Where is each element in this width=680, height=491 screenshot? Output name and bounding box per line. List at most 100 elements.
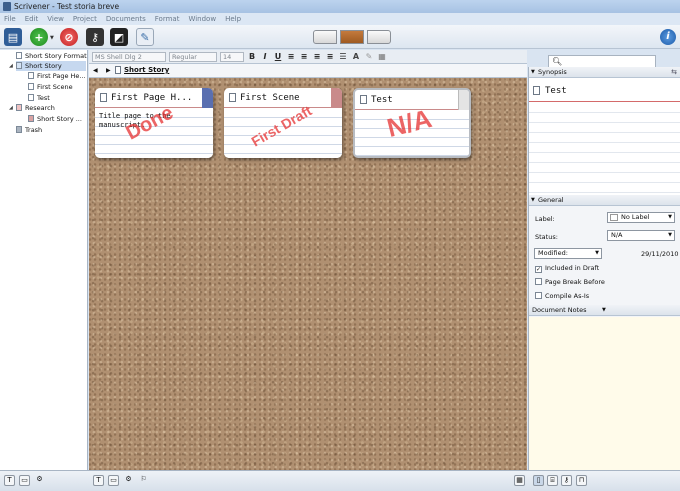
bold-button[interactable]: B bbox=[247, 52, 257, 62]
table-icon[interactable]: ▦ bbox=[377, 52, 387, 62]
add-folder-icon[interactable]: ▭ bbox=[108, 475, 119, 486]
menu-format[interactable]: Format bbox=[155, 15, 180, 23]
binder-item-first-scene[interactable]: First Scene bbox=[28, 82, 73, 92]
align-right-icon[interactable]: ≡ bbox=[312, 52, 322, 62]
binder-item-trash[interactable]: Trash bbox=[16, 125, 42, 135]
document-notes-area[interactable] bbox=[529, 317, 680, 470]
notes-dropdown-icon[interactable]: ▼ bbox=[602, 305, 606, 316]
highlight-icon[interactable]: ✎ bbox=[364, 52, 374, 62]
underline-button[interactable]: U bbox=[273, 52, 283, 62]
synopsis-header[interactable]: ▼ Synopsis ⇆ bbox=[529, 67, 680, 78]
menu-project[interactable]: Project bbox=[73, 15, 97, 23]
view-outline-icon[interactable] bbox=[367, 30, 391, 44]
collapse-triangle-icon[interactable]: ▼ bbox=[531, 67, 535, 78]
editor-header: ◀ ▶ Short Story bbox=[89, 64, 527, 78]
label-color-swatch bbox=[331, 88, 342, 108]
menu-help[interactable]: Help bbox=[225, 15, 241, 23]
document-icon bbox=[229, 93, 236, 102]
menu-window[interactable]: Window bbox=[188, 15, 216, 23]
view-document-icon[interactable] bbox=[313, 30, 337, 44]
index-card[interactable]: First Page H... Title page to the manusc… bbox=[95, 88, 213, 158]
binder-toggle-icon[interactable]: ▤ bbox=[4, 28, 22, 46]
binder-item-short-story[interactable]: ◢ Short Story bbox=[9, 61, 86, 71]
binder-item-short-story-research[interactable]: Short Story ... bbox=[28, 114, 82, 124]
inspector-toggle-icon[interactable]: i bbox=[660, 29, 676, 45]
add-text-icon[interactable]: T bbox=[93, 475, 104, 486]
search-icon: 🔍︎ bbox=[552, 57, 563, 66]
font-family-select[interactable]: MS Shell Dlg 2 bbox=[92, 51, 166, 62]
notes-tab-icon[interactable]: ▯ bbox=[533, 475, 544, 486]
synopsis-title: Test bbox=[545, 86, 567, 96]
page-break-row[interactable]: Page Break Before bbox=[535, 278, 605, 286]
view-corkboard-icon[interactable] bbox=[340, 30, 364, 44]
included-in-draft-checkbox[interactable]: ✓ bbox=[535, 266, 542, 273]
notes-header[interactable]: Document Notes ▼ bbox=[529, 305, 680, 316]
keywords-icon[interactable]: ⚷ bbox=[86, 28, 104, 46]
italic-button[interactable]: I bbox=[260, 52, 270, 62]
gear-icon[interactable]: ⚙ bbox=[123, 475, 134, 486]
binder-item-test[interactable]: Test bbox=[28, 93, 50, 103]
compile-as-is-checkbox[interactable] bbox=[535, 292, 542, 299]
document-icon bbox=[360, 95, 367, 104]
expand-triangle-icon[interactable]: ◢ bbox=[9, 103, 13, 113]
composition-icon[interactable]: ◩ bbox=[110, 28, 128, 46]
binder-item-research[interactable]: ◢ Research bbox=[9, 103, 55, 113]
keywords-tab-icon[interactable]: ⚷ bbox=[561, 475, 572, 486]
menu-file[interactable]: File bbox=[4, 15, 16, 23]
text-color-icon[interactable]: A bbox=[351, 52, 361, 62]
card-header: First Scene bbox=[224, 88, 342, 108]
back-arrow-icon[interactable]: ◀ bbox=[93, 67, 98, 74]
status-select[interactable]: N/A ▼ bbox=[607, 230, 675, 241]
document-icon bbox=[533, 86, 540, 95]
font-style-select[interactable]: Regular bbox=[169, 51, 217, 62]
title-bar: Scrivener - Test storia breve bbox=[0, 0, 680, 13]
chevron-down-icon: ▼ bbox=[668, 232, 672, 238]
index-card-selected[interactable]: Test N/A bbox=[353, 88, 471, 158]
trash-icon bbox=[16, 126, 22, 133]
chevron-down-icon: ▼ bbox=[595, 250, 599, 256]
label-color-swatch bbox=[610, 214, 618, 221]
general-header[interactable]: ▼ General bbox=[529, 195, 680, 206]
menu-documents[interactable]: Documents bbox=[106, 15, 146, 23]
page-break-checkbox[interactable] bbox=[535, 278, 542, 285]
label-select[interactable]: No Label ▼ bbox=[607, 212, 675, 223]
research-folder-icon bbox=[16, 104, 22, 111]
add-icon[interactable]: + bbox=[30, 28, 48, 46]
document-icon bbox=[28, 83, 34, 90]
align-center-icon[interactable]: ≡ bbox=[299, 52, 309, 62]
gear-icon[interactable]: ⚙ bbox=[34, 475, 45, 486]
grid-view-icon[interactable]: ▦ bbox=[514, 475, 525, 486]
compile-as-is-row[interactable]: Compile As-Is bbox=[535, 292, 589, 300]
binder-panel: Short Story Format ◢ Short Story First Pa… bbox=[0, 50, 88, 470]
lock-icon[interactable]: ⊓ bbox=[576, 475, 587, 486]
collapse-triangle-icon[interactable]: ▼ bbox=[531, 195, 535, 206]
menu-edit[interactable]: Edit bbox=[25, 15, 39, 23]
card-title: Test bbox=[371, 95, 393, 105]
add-dropdown-icon[interactable]: ▼ bbox=[50, 35, 54, 41]
add-text-icon[interactable]: T bbox=[4, 475, 15, 486]
font-size-select[interactable]: 14 bbox=[220, 51, 244, 62]
window-title: Scrivener - Test storia breve bbox=[14, 2, 120, 11]
breadcrumb[interactable]: Short Story bbox=[124, 66, 169, 74]
compile-icon[interactable]: ✎ bbox=[136, 28, 154, 46]
align-justify-icon[interactable]: ≡ bbox=[325, 52, 335, 62]
synopsis-image-toggle-icon[interactable]: ⇆ bbox=[671, 67, 677, 78]
document-icon bbox=[16, 52, 22, 59]
included-in-draft-row[interactable]: ✓ Included in Draft bbox=[535, 264, 599, 273]
binder-item-first-page[interactable]: First Page He... bbox=[28, 71, 86, 81]
expand-triangle-icon[interactable]: ◢ bbox=[9, 61, 13, 71]
forward-arrow-icon[interactable]: ▶ bbox=[106, 67, 111, 74]
index-card[interactable]: First Scene First Draft bbox=[224, 88, 342, 158]
delete-icon[interactable]: ⊘ bbox=[60, 28, 78, 46]
binder-item-short-story-format[interactable]: Short Story Format bbox=[16, 51, 87, 61]
references-tab-icon[interactable]: ⌸ bbox=[547, 475, 558, 486]
tag-icon[interactable]: ⚐ bbox=[138, 475, 149, 486]
document-icon bbox=[28, 94, 34, 101]
card-header: First Page H... bbox=[95, 88, 213, 108]
align-left-icon[interactable]: ≡ bbox=[286, 52, 296, 62]
add-folder-icon[interactable]: ▭ bbox=[19, 475, 30, 486]
menu-view[interactable]: View bbox=[47, 15, 64, 23]
date-type-select[interactable]: Modified: ▼ bbox=[534, 248, 602, 259]
line-spacing-icon[interactable]: ☰ bbox=[338, 52, 348, 62]
menu-bar: File Edit View Project Documents Format … bbox=[0, 13, 680, 25]
